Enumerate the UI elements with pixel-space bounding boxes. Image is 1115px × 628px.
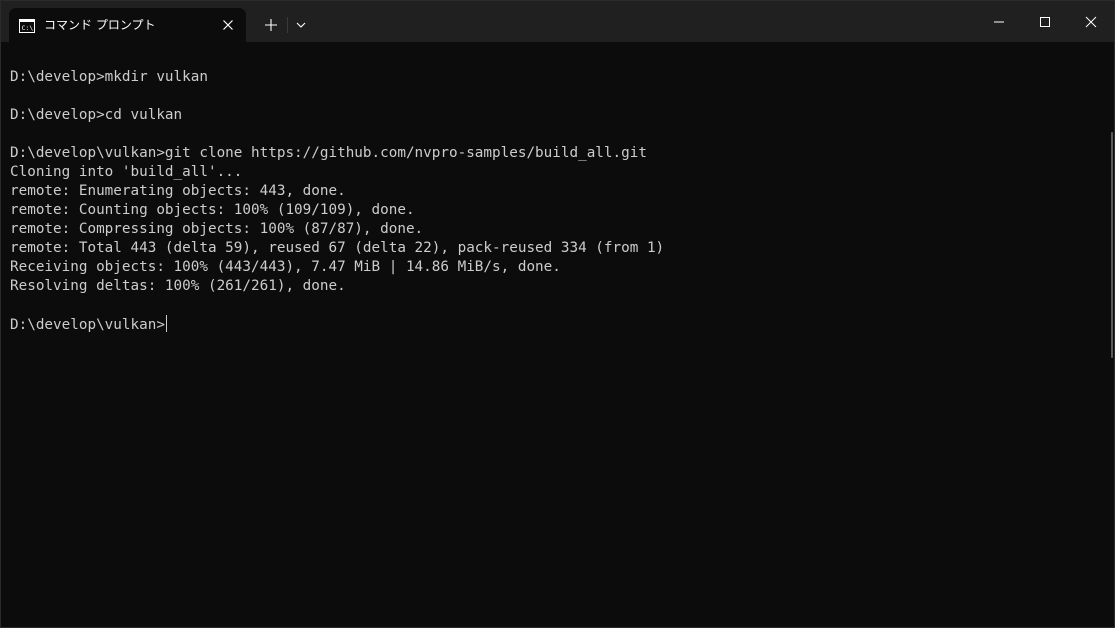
terminal-line: remote: Enumerating objects: 443, done.: [10, 183, 346, 199]
terminal-line: Cloning into 'build_all'...: [10, 164, 243, 180]
terminal-line: Resolving deltas: 100% (261/261), done.: [10, 278, 346, 294]
text-cursor: [165, 315, 167, 332]
terminal-window: C:\ コマンド プロンプト D:\develop>mkdir vulkan D…: [0, 0, 1115, 628]
maximize-icon: [1040, 17, 1050, 27]
terminal-line: D:\develop>cd vulkan: [10, 107, 183, 123]
close-icon[interactable]: [220, 17, 236, 33]
tab-command-prompt[interactable]: C:\ コマンド プロンプト: [9, 8, 246, 42]
chevron-down-icon[interactable]: [291, 14, 311, 36]
terminal-line: D:\develop>mkdir vulkan: [10, 69, 208, 85]
maximize-button[interactable]: [1022, 1, 1068, 42]
scrollbar[interactable]: [1108, 42, 1114, 627]
tab-title: コマンド プロンプト: [44, 18, 156, 32]
plus-icon[interactable]: [260, 14, 282, 36]
svg-text:C:\: C:\: [22, 24, 34, 32]
minimize-button[interactable]: [976, 1, 1022, 42]
tab-separator: [287, 17, 288, 33]
terminal-output[interactable]: D:\develop>mkdir vulkan D:\develop>cd vu…: [10, 68, 1100, 618]
scrollbar-thumb[interactable]: [1111, 132, 1113, 358]
terminal-line: D:\develop\vulkan>git clone https://gith…: [10, 145, 647, 161]
prompt: D:\develop\vulkan>: [10, 317, 165, 333]
close-icon: [1085, 16, 1097, 28]
minimize-icon: [994, 21, 1004, 23]
title-bar[interactable]: C:\ コマンド プロンプト: [1, 1, 1114, 42]
terminal-line: remote: Compressing objects: 100% (87/87…: [10, 221, 424, 237]
cmd-icon: C:\: [19, 18, 35, 33]
close-window-button[interactable]: [1068, 1, 1114, 42]
prompt-line: D:\develop\vulkan>: [10, 315, 1100, 334]
terminal-line: Receiving objects: 100% (443/443), 7.47 …: [10, 259, 561, 275]
terminal-line: remote: Counting objects: 100% (109/109)…: [10, 202, 415, 218]
terminal-line: remote: Total 443 (delta 59), reused 67 …: [10, 240, 665, 256]
